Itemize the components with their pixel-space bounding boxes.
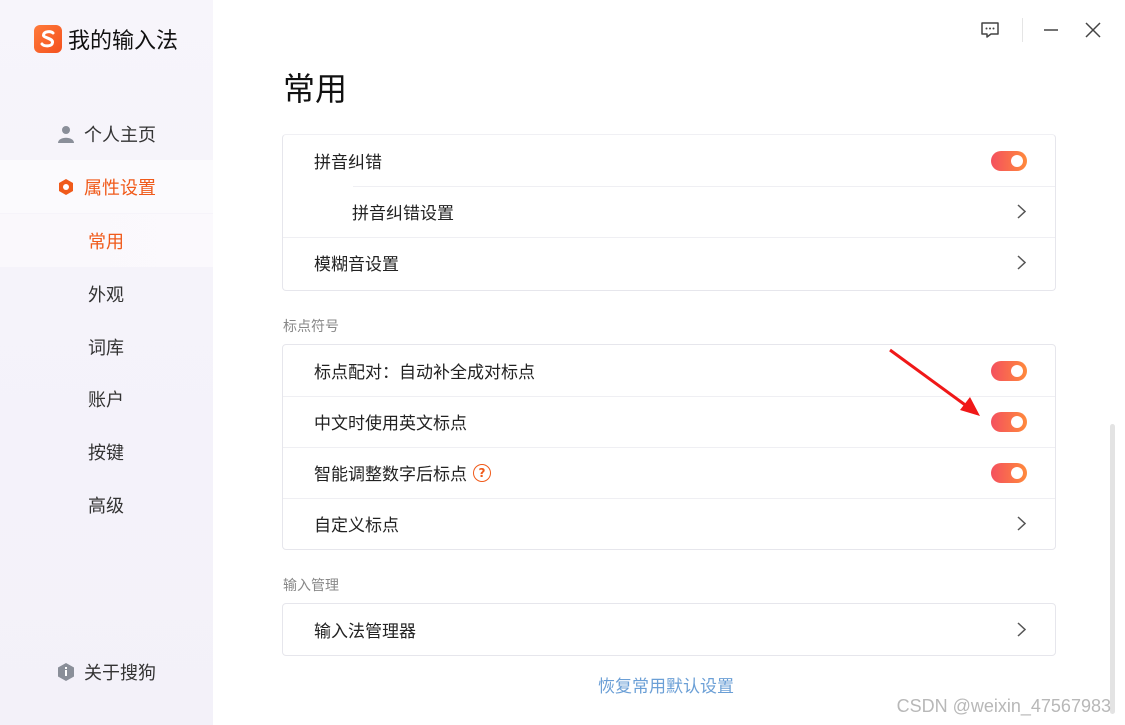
section-label-input-management: 输入管理 — [283, 578, 339, 594]
row-label: 自定义标点 — [314, 516, 399, 536]
english-punct-toggle[interactable] — [991, 411, 1027, 432]
sogou-logo-icon — [34, 25, 62, 53]
chevron-right-icon — [1015, 622, 1027, 638]
settings-card-correction: 拼音纠错 拼音纠错设置 模糊音设置 — [282, 134, 1056, 291]
sidebar-subitem-label: 常用 — [88, 231, 124, 253]
info-shield-icon — [57, 662, 75, 681]
row-label: 智能调整数字后标点 — [314, 465, 467, 485]
sidebar-subitem-keys[interactable]: 按键 — [0, 425, 213, 478]
row-label: 中文时使用英文标点 — [314, 414, 467, 434]
sidebar-item-label: 属性设置 — [84, 177, 156, 199]
row-label: 标点配对：自动补全成对标点 — [314, 363, 535, 383]
restore-defaults-link[interactable]: 恢复常用默认设置 — [598, 672, 734, 697]
sidebar: 我的输入法 个人主页 属性设置 常用 外观 词库 账户 按键 高级 关于搜狗 — [0, 0, 213, 725]
row-pinyin-correction-settings[interactable]: 拼音纠错设置 — [283, 186, 1055, 237]
close-icon[interactable] — [1081, 18, 1105, 42]
sidebar-item-properties[interactable]: 属性设置 — [0, 160, 213, 213]
hexagon-settings-icon — [57, 178, 75, 196]
chevron-right-icon — [1015, 255, 1027, 271]
row-label-wrap: 智能调整数字后标点 ? — [314, 460, 491, 485]
settings-card-input-management: 输入法管理器 — [282, 603, 1056, 656]
row-pinyin-correction[interactable]: 拼音纠错 — [283, 135, 1055, 186]
pinyin-correction-toggle[interactable] — [991, 150, 1027, 171]
section-label-punctuation: 标点符号 — [283, 319, 339, 335]
row-fuzzy-settings[interactable]: 模糊音设置 — [283, 237, 1055, 288]
page-title: 常用 — [283, 70, 348, 108]
sidebar-subitem-advanced[interactable]: 高级 — [0, 478, 213, 531]
sidebar-item-profile[interactable]: 个人主页 — [0, 107, 213, 160]
sidebar-subitem-label: 按键 — [88, 442, 124, 464]
row-label: 拼音纠错 — [314, 153, 382, 173]
scrollbar[interactable] — [1110, 424, 1115, 714]
feedback-icon[interactable] — [978, 18, 1002, 42]
sidebar-item-label: 个人主页 — [84, 124, 156, 146]
row-label: 模糊音设置 — [314, 255, 399, 275]
chevron-right-icon — [1015, 204, 1027, 220]
red-arrow-annotation — [889, 348, 980, 416]
sidebar-subitem-account[interactable]: 账户 — [0, 372, 213, 425]
punct-pairing-toggle[interactable] — [991, 360, 1027, 381]
sidebar-subitem-label: 高级 — [88, 495, 124, 517]
sidebar-subitem-dictionary[interactable]: 词库 — [0, 320, 213, 373]
sidebar-item-about[interactable]: 关于搜狗 — [0, 645, 213, 698]
chevron-right-icon — [1015, 516, 1027, 532]
divider — [1022, 18, 1023, 42]
help-icon[interactable]: ? — [473, 463, 491, 482]
brand: 我的输入法 — [34, 24, 178, 54]
user-icon — [57, 125, 75, 143]
sidebar-subitem-appearance[interactable]: 外观 — [0, 267, 213, 320]
row-label: 输入法管理器 — [314, 622, 416, 642]
smart-punct-toggle[interactable] — [991, 462, 1027, 483]
window-controls — [978, 18, 1105, 42]
watermark: CSDN @weixin_47567983 — [896, 696, 1111, 716]
row-label: 拼音纠错设置 — [352, 204, 454, 224]
sidebar-subitem-common[interactable]: 常用 — [0, 214, 213, 267]
row-ime-manager[interactable]: 输入法管理器 — [283, 604, 1055, 655]
minimize-icon[interactable] — [1039, 18, 1063, 42]
sidebar-subitem-label: 账户 — [88, 389, 124, 411]
row-smart-punct[interactable]: 智能调整数字后标点 ? — [283, 447, 1055, 498]
row-custom-punct[interactable]: 自定义标点 — [283, 498, 1055, 549]
sidebar-item-label: 关于搜狗 — [84, 662, 156, 684]
sidebar-subitem-label: 外观 — [88, 284, 124, 306]
app-title: 我的输入法 — [68, 29, 179, 54]
sidebar-subitem-label: 词库 — [88, 337, 124, 359]
